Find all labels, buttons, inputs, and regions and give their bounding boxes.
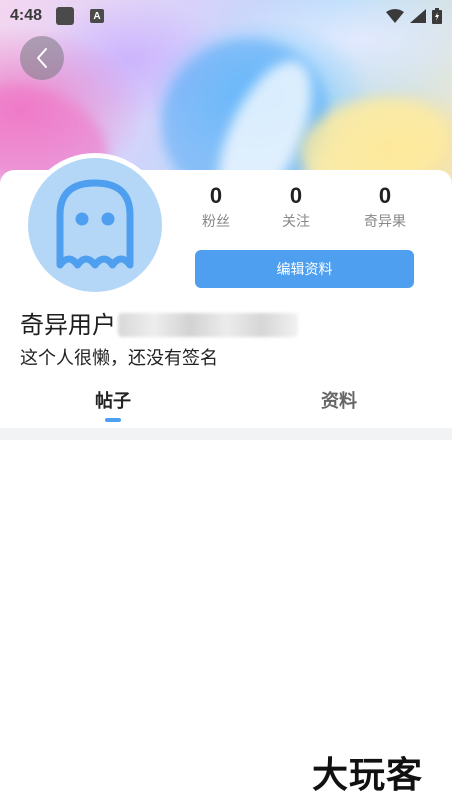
stat-fans[interactable]: 0 粉丝 (176, 183, 256, 231)
back-button[interactable] (20, 36, 64, 80)
edit-profile-button[interactable]: 编辑资料 (195, 250, 414, 288)
signal-icon (410, 9, 426, 23)
square-app-icon (56, 7, 75, 25)
status-icons (386, 8, 442, 24)
stat-fans-value: 0 (209, 183, 223, 208)
chevron-left-icon (37, 48, 47, 68)
tab-profile[interactable]: 资料 (279, 389, 399, 415)
stat-following-label: 关注 (282, 214, 310, 230)
avatar[interactable] (23, 153, 167, 297)
stat-fans-label: 粉丝 (202, 214, 230, 230)
status-time: 4:48 (10, 7, 43, 24)
section-divider (0, 428, 452, 440)
username-row: 奇异用户 (20, 308, 298, 342)
stat-kiwi[interactable]: 0 奇异果 (345, 183, 425, 231)
signature: 这个人很懒，还没有签名 (20, 348, 218, 369)
battery-charging-icon (432, 8, 442, 24)
username-redacted (118, 313, 298, 337)
stat-following[interactable]: 0 关注 (256, 183, 336, 231)
tab-posts[interactable]: 帖子 (53, 389, 173, 415)
stat-following-value: 0 (289, 183, 303, 208)
tab-active-indicator (105, 418, 121, 422)
keyboard-a-icon: A (90, 9, 105, 23)
status-bar: 4:48 A (0, 0, 452, 32)
posts-content (0, 440, 452, 805)
stat-kiwi-value: 0 (378, 183, 392, 208)
username: 奇异用户 (20, 311, 116, 339)
ghost-icon (56, 179, 134, 269)
wifi-icon (386, 9, 404, 23)
stat-kiwi-label: 奇异果 (364, 214, 406, 230)
watermark: 大玩客 (312, 754, 424, 796)
